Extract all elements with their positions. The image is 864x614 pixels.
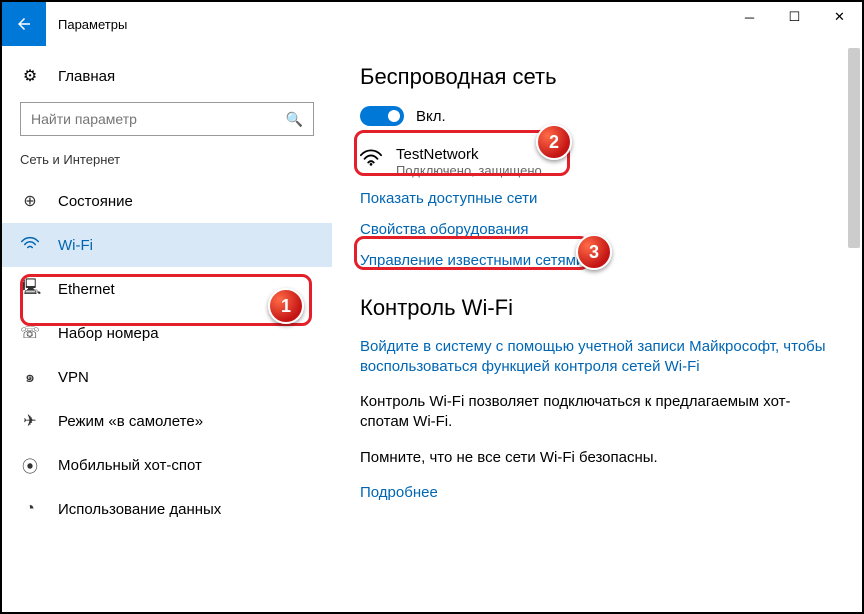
toggle-knob — [388, 110, 400, 122]
nav-label: Набор номера — [58, 325, 159, 342]
search-icon: 🔍 — [286, 111, 303, 128]
minimize-button[interactable]: ─ — [727, 2, 772, 32]
scrollbar-thumb[interactable] — [848, 48, 860, 248]
wifi-toggle[interactable] — [360, 106, 404, 126]
wifi-control-desc2: Помните, что не все сети Wi-Fi безопасны… — [360, 448, 834, 468]
link-hardware-props[interactable]: Свойства оборудования — [360, 221, 834, 238]
hotspot-icon: ⦿ — [20, 453, 40, 477]
wifi-control-desc1: Контроль Wi-Fi позволяет подключаться к … — [360, 392, 834, 433]
search-input-container[interactable]: 🔍 — [20, 102, 314, 136]
sidebar-category: Сеть и Интернет — [2, 152, 332, 179]
network-name: TestNetwork — [396, 146, 542, 163]
sidebar-item-hotspot[interactable]: ⦿ Мобильный хот-спот — [2, 443, 332, 487]
window-controls: ─ ☐ ✕ — [727, 2, 862, 46]
nav-label: Использование данных — [58, 501, 221, 518]
nav-label: Мобильный хот-спот — [58, 457, 202, 474]
vpn-icon: ๑ — [20, 365, 40, 390]
sidebar-item-status[interactable]: ⊕ Состояние — [2, 179, 332, 223]
link-signin-microsoft[interactable]: Войдите в систему с помощью учетной запи… — [360, 337, 834, 378]
nav-label: Состояние — [58, 193, 133, 210]
wifi-signal-icon — [360, 148, 382, 172]
back-button[interactable] — [2, 2, 46, 46]
nav-label: VPN — [58, 369, 89, 386]
heading-wifi-control: Контроль Wi-Fi — [360, 295, 834, 321]
sidebar-item-airplane[interactable]: ✈ Режим «в самолете» — [2, 399, 332, 443]
ethernet-icon: 🖳 — [20, 276, 40, 303]
gear-icon: ⚙ — [20, 66, 40, 86]
nav-label: Wi-Fi — [58, 237, 93, 254]
maximize-button[interactable]: ☐ — [772, 2, 817, 32]
dialup-icon: ☏ — [20, 323, 40, 343]
data-icon: ◔ — [20, 500, 40, 518]
network-status: Подключено, защищено — [396, 163, 542, 178]
link-manage-known[interactable]: Управление известными сетями — [360, 252, 834, 269]
nav-label: Режим «в самолете» — [58, 413, 203, 430]
link-more[interactable]: Подробнее — [360, 484, 834, 501]
sidebar-item-wifi[interactable]: Wi-Fi — [2, 223, 332, 267]
main-content: Беспроводная сеть Вкл. TestNetwork Подкл… — [332, 46, 862, 612]
heading-wireless: Беспроводная сеть — [360, 64, 834, 90]
home-label: Главная — [58, 68, 115, 85]
sidebar-item-datausage[interactable]: ◔ Использование данных — [2, 487, 332, 531]
globe-icon: ⊕ — [20, 191, 40, 211]
nav-label: Ethernet — [58, 281, 115, 298]
search-input[interactable] — [31, 111, 286, 127]
current-network[interactable]: TestNetwork Подключено, защищено — [360, 146, 834, 178]
sidebar-home[interactable]: ⚙ Главная — [2, 58, 332, 102]
toggle-state-label: Вкл. — [416, 108, 446, 125]
close-button[interactable]: ✕ — [817, 2, 862, 32]
titlebar: Параметры ─ ☐ ✕ — [2, 2, 862, 46]
wifi-icon — [20, 236, 40, 255]
sidebar: ⚙ Главная 🔍 Сеть и Интернет ⊕ Состояние … — [2, 46, 332, 612]
link-show-available[interactable]: Показать доступные сети — [360, 190, 834, 207]
sidebar-item-vpn[interactable]: ๑ VPN — [2, 355, 332, 399]
window-title: Параметры — [46, 17, 127, 32]
sidebar-item-ethernet[interactable]: 🖳 Ethernet — [2, 267, 332, 311]
wifi-toggle-row: Вкл. — [360, 106, 834, 126]
sidebar-item-dialup[interactable]: ☏ Набор номера — [2, 311, 332, 355]
content-area: ⚙ Главная 🔍 Сеть и Интернет ⊕ Состояние … — [2, 46, 862, 612]
airplane-icon: ✈ — [20, 411, 40, 431]
